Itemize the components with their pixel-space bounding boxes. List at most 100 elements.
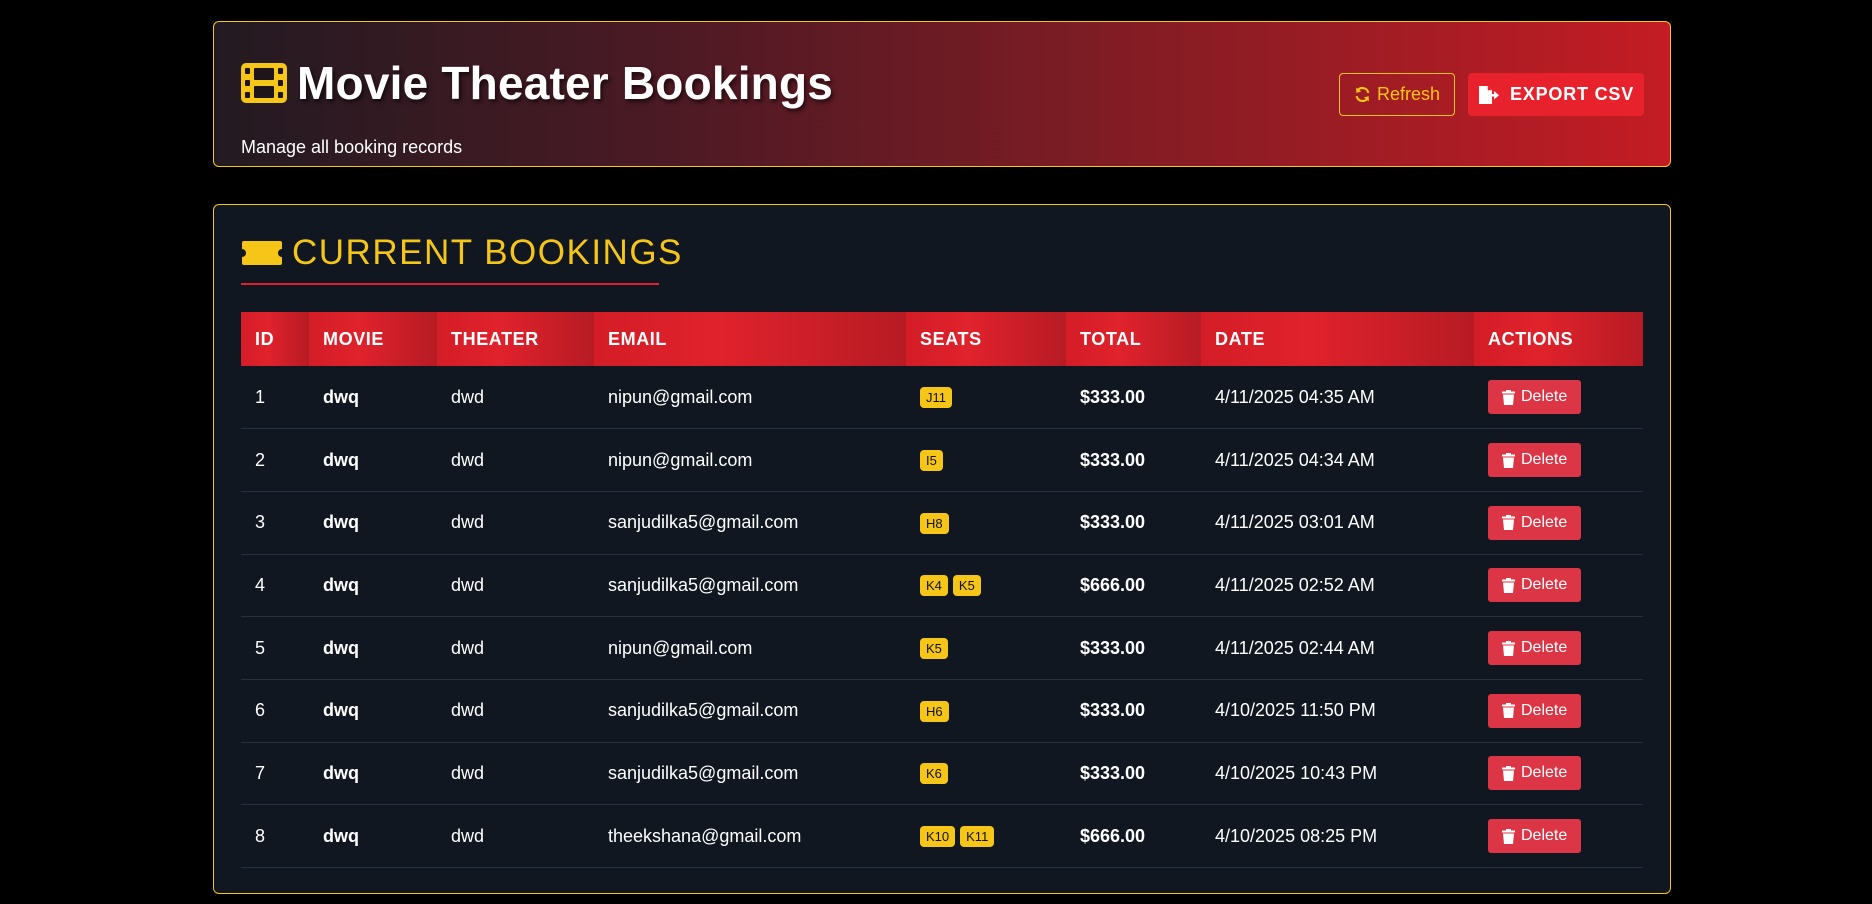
cell-total: $333.00 <box>1066 491 1201 555</box>
cell-email: nipun@gmail.com <box>594 366 906 430</box>
page-header: Movie Theater Bookings Manage all bookin… <box>213 21 1671 167</box>
delete-button[interactable]: Delete <box>1488 443 1582 478</box>
seat-badge: K11 <box>960 826 995 848</box>
table-row: 4 dwq dwd sanjudilka5@gmail.com K4 K5 $666.00 4… <box>241 554 1643 618</box>
cell-seats: K6 <box>906 742 1066 806</box>
delete-label: Delete <box>1521 451 1568 469</box>
column-header-id: ID <box>241 312 309 366</box>
cell-movie: dwq <box>309 428 437 492</box>
seat-badge: H8 <box>920 512 949 534</box>
cell-actions: Delete <box>1474 491 1643 555</box>
cell-total: $666.00 <box>1066 554 1201 618</box>
cell-movie: dwq <box>309 679 437 743</box>
cell-total: $666.00 <box>1066 804 1201 868</box>
cell-theater: dwd <box>437 491 594 555</box>
cell-actions: Delete <box>1474 742 1643 806</box>
trash-icon <box>1502 389 1515 405</box>
delete-button[interactable]: Delete <box>1488 756 1582 791</box>
cell-email: sanjudilka5@gmail.com <box>594 679 906 743</box>
column-header-date: DATE <box>1201 312 1474 366</box>
cell-email: sanjudilka5@gmail.com <box>594 742 906 806</box>
table-row: 3 dwq dwd sanjudilka5@gmail.com H8 $333.00 4/1… <box>241 491 1643 555</box>
cell-movie: dwq <box>309 366 437 430</box>
cell-total: $333.00 <box>1066 742 1201 806</box>
cell-total: $333.00 <box>1066 366 1201 430</box>
cell-id: 4 <box>241 554 309 618</box>
delete-button[interactable]: Delete <box>1488 505 1582 540</box>
ticket-icon <box>242 241 282 265</box>
cell-movie: dwq <box>309 742 437 806</box>
seat-badge: K5 <box>920 638 948 660</box>
column-header-email: EMAIL <box>594 312 906 366</box>
cell-actions: Delete <box>1474 616 1643 680</box>
delete-label: Delete <box>1521 388 1568 406</box>
refresh-button[interactable]: Refresh <box>1339 73 1455 116</box>
cell-email: sanjudilka5@gmail.com <box>594 491 906 555</box>
column-header-seats: SEATS <box>906 312 1066 366</box>
bookings-table: ID MOVIE THEATER EMAIL SEATS TOTAL DATE … <box>241 312 1643 868</box>
page-subtitle: Manage all booking records <box>241 137 463 157</box>
cell-theater: dwd <box>437 742 594 806</box>
delete-button[interactable]: Delete <box>1488 568 1582 603</box>
refresh-label: Refresh <box>1376 84 1441 104</box>
delete-button[interactable]: Delete <box>1488 380 1582 415</box>
cell-email: nipun@gmail.com <box>594 428 906 492</box>
cell-movie: dwq <box>309 554 437 618</box>
cell-email: nipun@gmail.com <box>594 616 906 680</box>
cell-email: sanjudilka5@gmail.com <box>594 554 906 618</box>
cell-total: $333.00 <box>1066 679 1201 743</box>
cell-theater: dwd <box>437 554 594 618</box>
delete-label: Delete <box>1521 701 1568 719</box>
trash-icon <box>1502 515 1515 531</box>
seat-badge: K5 <box>952 575 981 597</box>
delete-button[interactable]: Delete <box>1488 819 1582 854</box>
trash-icon <box>1502 577 1515 593</box>
seat-badge: K6 <box>920 763 948 785</box>
cell-date: 4/10/2025 08:25 PM <box>1201 804 1474 868</box>
cell-seats: K5 <box>906 616 1066 680</box>
export-csv-button[interactable]: EXPORT CSV <box>1468 73 1644 116</box>
section-title-row: CURRENT BOOKINGS <box>241 233 683 273</box>
cell-actions: Delete <box>1474 366 1643 430</box>
delete-label: Delete <box>1521 576 1568 594</box>
export-label: EXPORT CSV <box>1509 84 1635 104</box>
seat-badge: K4 <box>920 575 948 597</box>
sync-icon <box>1355 86 1370 103</box>
seat-badge: K10 <box>920 826 956 848</box>
column-header-actions: ACTIONS <box>1474 312 1643 366</box>
cell-date: 4/10/2025 10:43 PM <box>1201 742 1474 806</box>
cell-movie: dwq <box>309 616 437 680</box>
cell-actions: Delete <box>1474 428 1643 492</box>
trash-icon <box>1502 640 1515 656</box>
delete-button[interactable]: Delete <box>1488 631 1582 666</box>
table-body: 1 dwq dwd nipun@gmail.com J11 $333.00 4/11/202… <box>241 366 1643 868</box>
section-underline <box>241 283 659 285</box>
cell-date: 4/11/2025 02:52 AM <box>1201 554 1474 618</box>
cell-id: 6 <box>241 679 309 743</box>
cell-theater: dwd <box>437 804 594 868</box>
delete-label: Delete <box>1521 639 1568 657</box>
cell-id: 5 <box>241 616 309 680</box>
cell-theater: dwd <box>437 366 594 430</box>
trash-icon <box>1502 452 1515 468</box>
cell-id: 2 <box>241 428 309 492</box>
table-row: 7 dwq dwd sanjudilka5@gmail.com K6 $333.00 4/1… <box>241 742 1643 806</box>
cell-actions: Delete <box>1474 554 1643 618</box>
cell-theater: dwd <box>437 679 594 743</box>
cell-seats: K10 K11 <box>906 804 1066 868</box>
delete-button[interactable]: Delete <box>1488 693 1582 728</box>
cell-id: 1 <box>241 366 309 430</box>
cell-seats: I5 <box>906 428 1066 492</box>
seat-badge: J11 <box>920 387 952 409</box>
table-row: 6 dwq dwd sanjudilka5@gmail.com H6 $333.00 4/1… <box>241 679 1643 743</box>
title-row: Movie Theater Bookings <box>241 56 833 110</box>
table-row: 2 dwq dwd nipun@gmail.com I5 $333.00 4/11/2025… <box>241 428 1643 492</box>
cell-id: 7 <box>241 742 309 806</box>
table-row: 1 dwq dwd nipun@gmail.com J11 $333.00 4/11/202… <box>241 366 1643 430</box>
cell-date: 4/11/2025 04:35 AM <box>1201 366 1474 430</box>
cell-actions: Delete <box>1474 679 1643 743</box>
cell-seats: H6 <box>906 679 1066 743</box>
cell-id: 8 <box>241 804 309 868</box>
table-row: 5 dwq dwd nipun@gmail.com K5 $333.00 4/11/2025… <box>241 616 1643 680</box>
cell-date: 4/11/2025 02:44 AM <box>1201 616 1474 680</box>
